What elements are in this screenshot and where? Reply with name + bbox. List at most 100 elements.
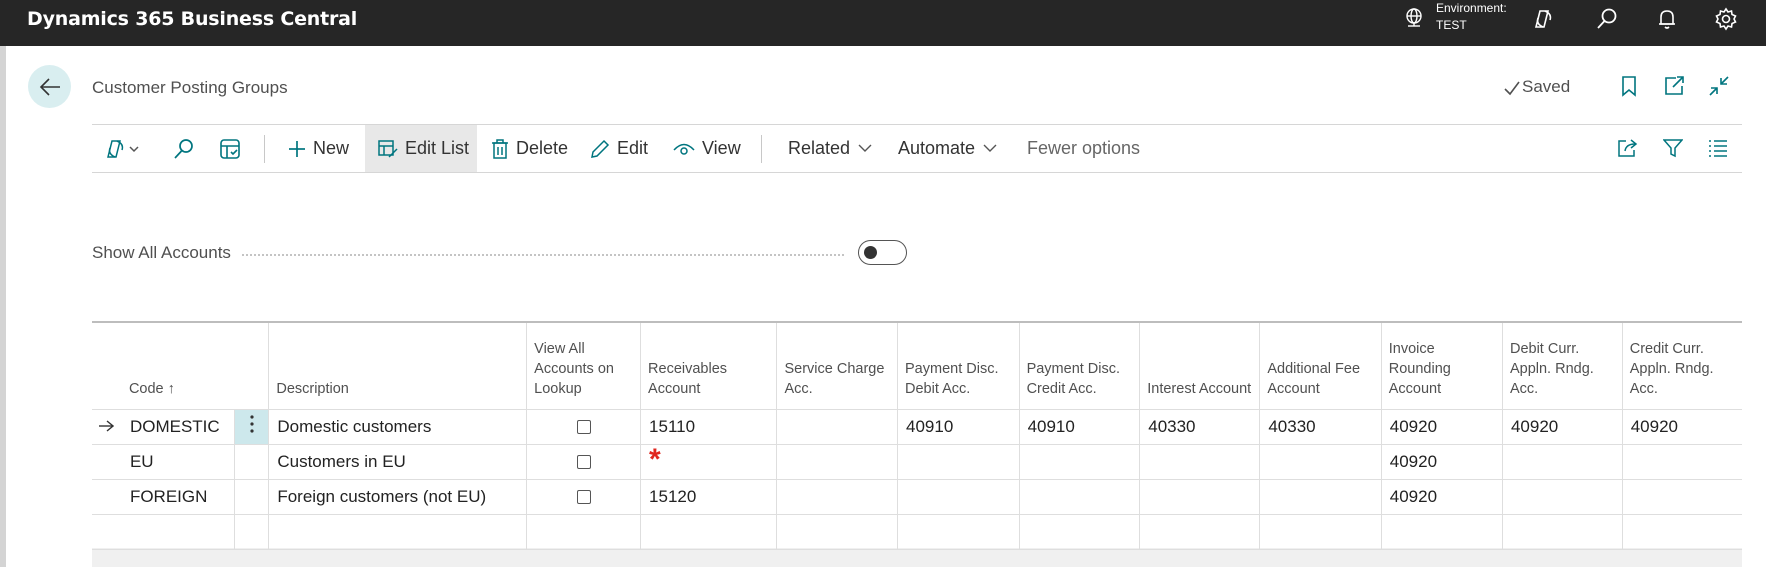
row-indicator [92, 478, 122, 514]
cell-service-charge[interactable] [776, 408, 898, 444]
view-button[interactable]: View [673, 125, 741, 172]
cell-debit-curr[interactable] [1501, 478, 1623, 514]
cell-view-all [526, 443, 641, 479]
cell-payment-disc-credit[interactable] [1018, 478, 1140, 514]
cell-payment-disc-debit[interactable] [897, 443, 1020, 479]
cell-debit-curr[interactable] [1501, 443, 1623, 479]
open-new-window-icon[interactable] [1662, 74, 1686, 98]
cell-additional-fee[interactable] [1259, 478, 1382, 514]
cell-payment-disc-debit[interactable] [897, 478, 1020, 514]
cell-service-charge[interactable] [776, 513, 898, 550]
environment-label: Environment: [1436, 1, 1507, 15]
table-row[interactable]: DOMESTIC Domestic customers 15110 40910 … [92, 408, 1742, 444]
fewer-options-button[interactable]: Fewer options [1027, 125, 1140, 172]
cell-description[interactable]: Foreign customers (not EU) [268, 478, 527, 514]
column-header-view-all-accounts[interactable]: View All Accounts on Lookup [526, 323, 641, 409]
cell-debit-curr[interactable]: 40920 [1501, 408, 1623, 444]
cell-payment-disc-debit[interactable]: 40910 [897, 408, 1020, 444]
cell-payment-disc-debit[interactable] [897, 513, 1020, 550]
cell-receivables[interactable]: 15120 [640, 478, 777, 514]
view-all-checkbox[interactable] [576, 420, 591, 435]
cell-invoice-rounding[interactable]: 40920 [1380, 478, 1503, 514]
cell-description[interactable]: Domestic customers [268, 408, 527, 444]
share-icon[interactable] [1617, 138, 1639, 158]
filter-icon[interactable] [1663, 138, 1683, 158]
automate-menu-button[interactable]: Automate [898, 125, 1004, 172]
cell-credit-curr[interactable]: 40920 [1621, 408, 1742, 444]
cell-service-charge[interactable] [776, 478, 898, 514]
bookmark-icon[interactable] [1617, 74, 1641, 98]
cell-invoice-rounding[interactable] [1380, 513, 1503, 550]
saved-status: Saved [1522, 77, 1571, 96]
arrow-right-icon [99, 419, 115, 432]
cell-payment-disc-credit[interactable] [1018, 443, 1140, 479]
new-button[interactable]: New [288, 125, 349, 172]
show-all-accounts-toggle[interactable] [858, 240, 907, 265]
cell-view-all[interactable] [526, 513, 641, 550]
cell-interest[interactable] [1139, 513, 1260, 550]
edit-button[interactable]: Edit [590, 125, 648, 172]
delete-button[interactable]: Delete [491, 125, 568, 172]
view-all-checkbox[interactable] [576, 455, 591, 470]
cell-code[interactable]: FOREIGN [121, 478, 235, 514]
column-header-invoice-rounding[interactable]: Invoice Rounding Account [1380, 323, 1503, 409]
column-header-payment-disc-debit[interactable]: Payment Disc. Debit Acc. [897, 323, 1020, 409]
cell-code[interactable]: EU [121, 443, 235, 479]
back-button[interactable] [28, 65, 71, 108]
environment-icon[interactable] [1403, 7, 1425, 29]
cell-credit-curr[interactable] [1621, 513, 1742, 550]
copilot-icon[interactable] [1531, 6, 1557, 32]
cell-code[interactable] [121, 513, 235, 550]
cell-description[interactable]: Customers in EU [268, 443, 527, 479]
cell-interest[interactable]: 40330 [1139, 408, 1260, 444]
cell-code[interactable]: DOMESTIC [121, 408, 235, 444]
search-button[interactable] [172, 125, 203, 172]
column-header-additional-fee-account[interactable]: Additional Fee Account [1259, 323, 1382, 409]
notification-bell-icon[interactable] [1654, 6, 1680, 32]
table-row[interactable]: FOREIGN Foreign customers (not EU) 15120… [92, 478, 1742, 514]
column-header-interest-account[interactable]: Interest Account [1139, 323, 1260, 409]
collapse-icon[interactable] [1707, 74, 1731, 98]
cell-invoice-rounding[interactable]: 40920 [1380, 408, 1503, 444]
column-header-service-charge-acc[interactable]: Service Charge Acc. [776, 323, 898, 409]
column-header-description[interactable]: Description [268, 323, 527, 409]
cell-additional-fee[interactable]: 40330 [1259, 408, 1382, 444]
column-header-debit-curr-appln[interactable]: Debit Curr. Appln. Rndg. Acc. [1501, 323, 1623, 409]
row-indicator-header [92, 323, 122, 409]
copilot-menu-button[interactable] [106, 125, 149, 172]
cell-description[interactable] [268, 513, 527, 550]
app-title[interactable]: Dynamics 365 Business Central [27, 8, 357, 30]
cell-payment-disc-credit[interactable] [1018, 513, 1140, 550]
cell-receivables[interactable]: * [640, 443, 777, 479]
cell-additional-fee[interactable] [1259, 443, 1382, 479]
analysis-mode-button[interactable] [218, 125, 249, 172]
cell-debit-curr[interactable] [1501, 513, 1623, 550]
column-header-code[interactable]: Code ↑ [122, 323, 234, 409]
eye-icon [673, 143, 695, 155]
cell-view-all [526, 478, 641, 514]
row-actions-button[interactable] [233, 408, 269, 444]
settings-gear-icon[interactable] [1713, 6, 1739, 32]
column-header-payment-disc-credit[interactable]: Payment Disc. Credit Acc. [1018, 323, 1140, 409]
cell-receivables[interactable] [640, 513, 777, 550]
cell-invoice-rounding[interactable]: 40920 [1380, 443, 1503, 479]
related-menu-button[interactable]: Related [788, 125, 879, 172]
cell-receivables[interactable]: 15110 [640, 408, 777, 444]
list-view-icon[interactable] [1708, 139, 1728, 157]
column-header-credit-curr-appln[interactable]: Credit Curr. Appln. Rndg. Acc. [1621, 323, 1742, 409]
cell-interest[interactable] [1139, 443, 1260, 479]
edit-list-button[interactable]: Edit List [365, 125, 477, 172]
cell-service-charge[interactable] [776, 443, 898, 479]
show-all-accounts-label: Show All Accounts [92, 243, 231, 262]
cell-interest[interactable] [1139, 478, 1260, 514]
search-icon[interactable] [1594, 6, 1620, 32]
cell-payment-disc-credit[interactable]: 40910 [1018, 408, 1140, 444]
view-all-checkbox[interactable] [576, 490, 591, 505]
table-row[interactable]: EU Customers in EU * 40920 [92, 443, 1742, 479]
current-row-indicator [92, 408, 122, 444]
cell-credit-curr[interactable] [1621, 478, 1742, 514]
table-row-new[interactable] [92, 513, 1742, 550]
cell-additional-fee[interactable] [1259, 513, 1382, 550]
column-header-receivables-account[interactable]: Receivables Account [640, 323, 777, 409]
cell-credit-curr[interactable] [1621, 443, 1742, 479]
